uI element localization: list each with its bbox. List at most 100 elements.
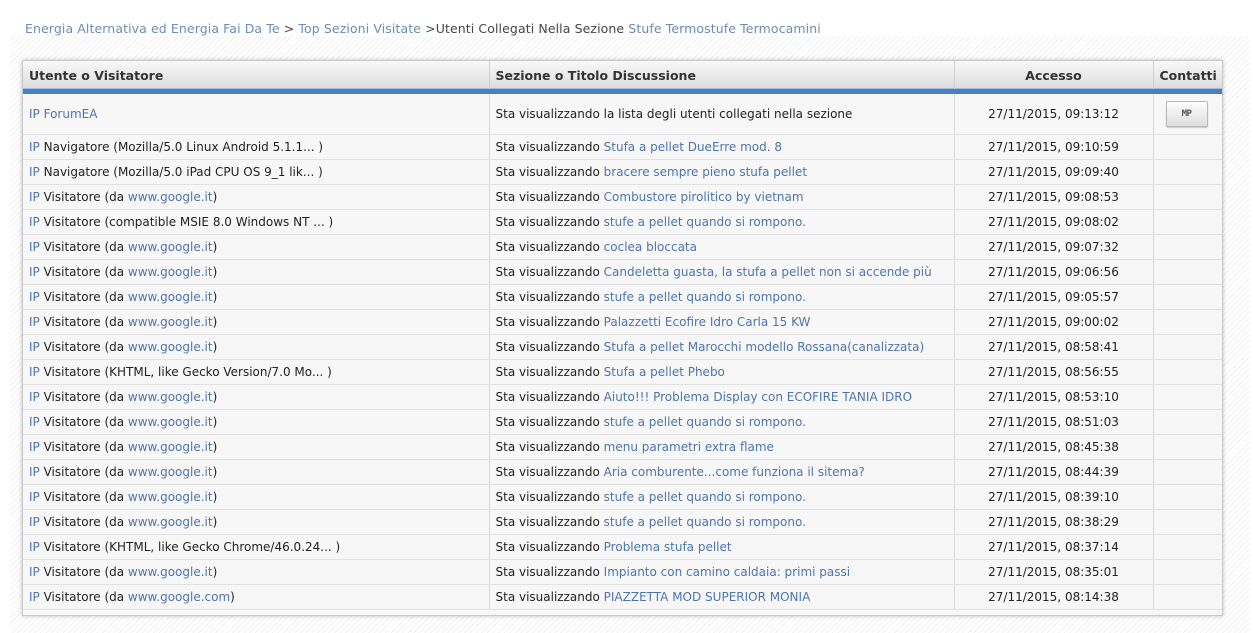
column-header-contacts: Contatti	[1153, 61, 1222, 94]
topic-link[interactable]: Stufa a pellet DueErre mod. 8	[604, 140, 782, 154]
user-link[interactable]: www.google.it	[128, 265, 213, 279]
user-link[interactable]: www.google.it	[128, 565, 213, 579]
user-cell: IP Navigatore (Mozilla/5.0 Linux Android…	[23, 134, 490, 160]
user-cell: IP Visitatore (KHTML, like Gecko Version…	[23, 359, 490, 385]
action-text: Sta visualizzando	[495, 540, 600, 554]
breadcrumb-section-link[interactable]: Stufe Termostufe Termocamini	[628, 21, 821, 36]
column-header-access[interactable]: Accesso	[954, 61, 1154, 94]
user-cell: IP Visitatore (KHTML, like Gecko Chrome/…	[23, 534, 490, 560]
topic-link[interactable]: Candeletta guasta, la stufa a pellet non…	[604, 265, 932, 279]
action-text: Sta visualizzando	[495, 440, 600, 454]
topic-link[interactable]: Impianto con camino caldaia: primi passi	[604, 565, 850, 579]
user-link[interactable]: www.google.it	[128, 440, 213, 454]
user-link[interactable]: www.google.it	[128, 190, 213, 204]
user-link[interactable]: www.google.com	[128, 590, 230, 604]
online-users-table: Utente o Visitatore Sezione o Titolo Dis…	[23, 61, 1222, 610]
access-time: 27/11/2015, 08:14:38	[954, 584, 1154, 610]
user-agent-text: Visitatore (da	[43, 515, 128, 529]
ip-link[interactable]: IP	[29, 590, 40, 604]
user-link[interactable]: www.google.it	[128, 515, 213, 529]
user-agent-text: Visitatore (da	[43, 340, 128, 354]
action-text: Sta visualizzando	[495, 565, 600, 579]
user-agent-text: Visitatore (da	[43, 590, 128, 604]
user-suffix-text: )	[212, 340, 218, 354]
contacts-cell	[1153, 209, 1222, 235]
ip-link[interactable]: IP	[29, 515, 40, 529]
topic-link[interactable]: stufe a pellet quando si rompono.	[604, 215, 806, 229]
ip-link[interactable]: IP	[29, 140, 40, 154]
topic-link[interactable]: Aria comburente...come funziona il sitem…	[604, 465, 865, 479]
user-suffix-text: )	[230, 590, 235, 604]
ip-link[interactable]: IP	[29, 190, 40, 204]
user-link[interactable]: www.google.it	[128, 490, 213, 504]
ip-link[interactable]: IP	[29, 490, 40, 504]
ip-link[interactable]: IP	[29, 540, 40, 554]
topic-link[interactable]: stufe a pellet quando si rompono.	[604, 490, 806, 504]
section-cell: Sta visualizzando coclea bloccata	[489, 234, 955, 260]
ip-link[interactable]: IP	[29, 240, 40, 254]
user-link[interactable]: www.google.it	[128, 315, 213, 329]
ip-link[interactable]: IP	[29, 290, 40, 304]
topic-link[interactable]: stufe a pellet quando si rompono.	[604, 415, 806, 429]
table-row: IP Visitatore (da www.google.it) Sta visu…	[23, 559, 1222, 585]
section-cell: Sta visualizzando Aria comburente...come…	[489, 459, 955, 485]
topic-link[interactable]: menu parametri extra flame	[604, 440, 774, 454]
user-agent-text: Visitatore (da	[43, 390, 128, 404]
topic-link[interactable]: PIAZZETTA MOD SUPERIOR MONIA	[604, 590, 811, 604]
topic-link[interactable]: Palazzetti Ecofire Idro Carla 15 KW	[604, 315, 811, 329]
contacts-cell	[1153, 234, 1222, 260]
breadcrumb-site-link[interactable]: Energia Alternativa ed Energia Fai Da Te	[25, 21, 280, 36]
action-text: Sta visualizzando	[495, 415, 600, 429]
user-agent-text: Navigatore (Mozilla/5.0 Linux Android 5.…	[43, 140, 324, 154]
section-cell: Sta visualizzando bracere sempre pieno s…	[489, 159, 955, 185]
user-cell: IP Visitatore (da www.google.it)	[23, 459, 490, 485]
ip-link[interactable]: IP	[29, 415, 40, 429]
section-cell: Sta visualizzando Stufa a pellet DueErre…	[489, 134, 955, 160]
topic-link[interactable]: bracere sempre pieno stufa pellet	[604, 165, 807, 179]
table-row: IP Visitatore (KHTML, like Gecko Version…	[23, 359, 1222, 385]
user-link[interactable]: www.google.it	[128, 340, 213, 354]
user-link[interactable]: ForumEA	[44, 107, 98, 121]
topic-link[interactable]: Aiuto!!! Problema Display con ECOFIRE TA…	[604, 390, 912, 404]
action-text: Sta visualizzando	[495, 390, 600, 404]
ip-link[interactable]: IP	[29, 165, 40, 179]
access-time: 27/11/2015, 09:13:12	[954, 91, 1154, 135]
ip-link[interactable]: IP	[29, 465, 40, 479]
column-header-section[interactable]: Sezione o Titolo Discussione	[489, 61, 955, 94]
user-cell: IP Visitatore (da www.google.it)	[23, 309, 490, 335]
topic-link[interactable]: Stufa a pellet Phebo	[604, 365, 725, 379]
action-text: Sta visualizzando	[495, 190, 600, 204]
user-link[interactable]: www.google.it	[128, 290, 213, 304]
ip-link[interactable]: IP	[29, 315, 40, 329]
user-link[interactable]: www.google.it	[128, 465, 213, 479]
user-link[interactable]: www.google.it	[128, 390, 213, 404]
ip-link[interactable]: IP	[29, 565, 40, 579]
action-text: Sta visualizzando	[495, 215, 600, 229]
ip-link[interactable]: IP	[29, 390, 40, 404]
table-row: IP Visitatore (da www.google.it) Sta visu…	[23, 184, 1222, 210]
topic-link[interactable]: Problema stufa pellet	[604, 540, 732, 554]
user-cell: IP Visitatore (da www.google.it)	[23, 234, 490, 260]
user-link[interactable]: www.google.it	[128, 415, 213, 429]
breadcrumb-top-sections-link[interactable]: Top Sezioni Visitate	[298, 21, 421, 36]
ip-link[interactable]: IP	[29, 215, 40, 229]
table-row: IP Visitatore (da www.google.it) Sta visu…	[23, 459, 1222, 485]
topic-link[interactable]: stufe a pellet quando si rompono.	[604, 290, 806, 304]
topic-link[interactable]: coclea bloccata	[604, 240, 697, 254]
contacts-cell	[1153, 334, 1222, 360]
contacts-cell	[1153, 409, 1222, 435]
ip-link[interactable]: IP	[29, 365, 40, 379]
user-link[interactable]: www.google.it	[128, 240, 213, 254]
table-row: IP Visitatore (da www.google.it) Sta visu…	[23, 434, 1222, 460]
access-time: 27/11/2015, 08:56:55	[954, 359, 1154, 385]
private-message-button[interactable]: MP	[1165, 101, 1208, 127]
ip-link[interactable]: IP	[29, 107, 40, 121]
ip-link[interactable]: IP	[29, 340, 40, 354]
column-header-user[interactable]: Utente o Visitatore	[23, 61, 490, 94]
topic-link[interactable]: Stufa a pellet Marocchi modello Rossana(…	[604, 340, 925, 354]
topic-link[interactable]: stufe a pellet quando si rompono.	[604, 515, 806, 529]
topic-link[interactable]: Combustore pirolitico by vietnam	[604, 190, 804, 204]
ip-link[interactable]: IP	[29, 265, 40, 279]
ip-link[interactable]: IP	[29, 440, 40, 454]
user-suffix-text: )	[212, 240, 218, 254]
